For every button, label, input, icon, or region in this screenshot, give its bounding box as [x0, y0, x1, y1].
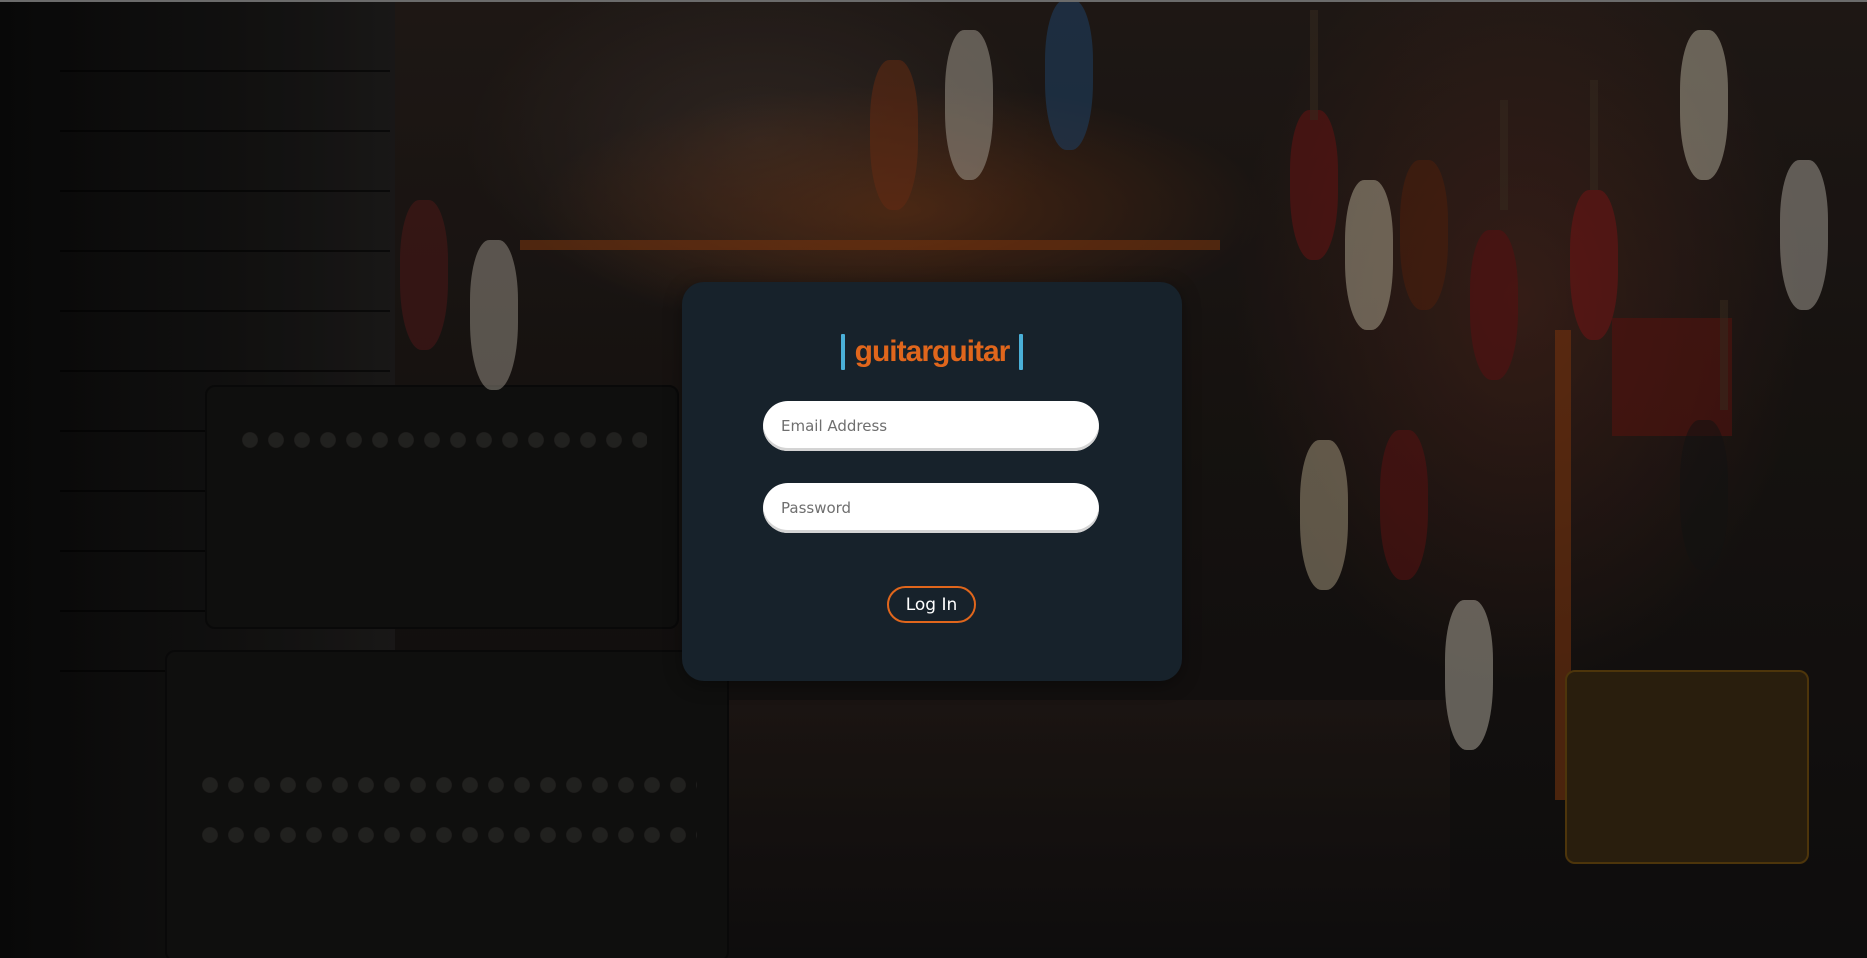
login-card: guitarguitar Log In — [682, 282, 1182, 681]
login-button[interactable]: Log In — [887, 586, 976, 623]
logo-bar-left — [840, 334, 845, 370]
password-input[interactable] — [763, 483, 1099, 533]
email-input[interactable] — [763, 401, 1099, 451]
logo-bar-right — [1019, 334, 1024, 370]
logo-wordmark: guitarguitar — [854, 335, 1011, 368]
brand-logo: guitarguitar — [682, 332, 1182, 372]
